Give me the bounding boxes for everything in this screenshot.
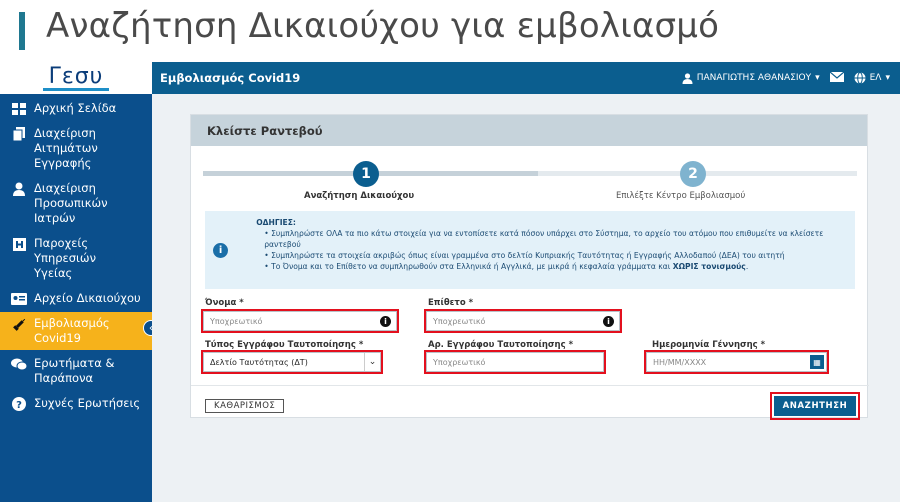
sidebar-item-questions-complaints[interactable]: Ερωτήματα & Παράπονα: [0, 352, 152, 390]
sidebar-item-health-providers[interactable]: Παροχείς Υπηρεσιών Υγείας: [0, 232, 152, 285]
question-icon: ?: [10, 397, 28, 411]
first-name-label: Όνομα *: [205, 298, 244, 308]
instruction-emphasis: ΧΩΡΙΣ τονισμούς: [672, 262, 746, 271]
user-icon: [682, 72, 693, 84]
step-2-label: Επιλέξτε Κέντρο Εμβολιασμού: [616, 191, 746, 201]
appointment-card: Κλείστε Ραντεβού 1 2 Αναζήτηση Δικαιούχο…: [190, 114, 869, 420]
instruction-item: Συμπληρώστε τα στοιχεία ακριβώς όπως είν…: [264, 250, 847, 261]
title-accent-bar: [19, 12, 25, 50]
sidebar-item-home[interactable]: Αρχική Σελίδα: [0, 97, 152, 120]
sidebar-item-label: Διαχείριση Προσωπικών Ιατρών: [34, 181, 108, 225]
sidebar: Γεσυ Αρχική Σελίδα Διαχείριση Αιτημάτων …: [0, 62, 159, 502]
grid-icon: [10, 102, 28, 116]
sidebar-item-label: Διαχείριση Αιτημάτων Εγγραφής: [34, 126, 98, 170]
step-1-circle: 1: [353, 161, 379, 187]
card-divider: [191, 385, 869, 386]
sidebar-item-label: Εμβολιασμός Covid19: [34, 316, 110, 345]
info-icon: i: [380, 316, 391, 327]
chevron-down-icon: ⌄: [364, 353, 380, 371]
stepper: 1 2 Αναζήτηση Δικαιούχου Επιλέξτε Κέντρο…: [203, 159, 857, 203]
instruction-item: Συμπληρώστε ΟΛΑ τα πιο κάτω στοιχεία για…: [264, 228, 847, 250]
sidebar-item-label: Αρχείο Δικαιούχου: [34, 291, 141, 305]
birth-date-input[interactable]: ΗΗ/ΜΜ/ΧΧΧΧ ▦: [646, 352, 827, 372]
info-icon: i: [213, 242, 229, 258]
step-1-label: Αναζήτηση Δικαιούχου: [304, 191, 415, 201]
info-icon: i: [603, 316, 614, 327]
sidebar-item-label: Αρχική Σελίδα: [34, 101, 117, 115]
chevron-down-icon: ▾: [885, 73, 890, 83]
chat-icon: [10, 357, 28, 371]
id-number-label: Αρ. Εγγράφου Ταυτοποίησης *: [428, 340, 574, 350]
clear-button[interactable]: ΚΑΘΑΡΙΣΜΟΣ: [205, 399, 285, 413]
sidebar-item-personal-doctors[interactable]: Διαχείριση Προσωπικών Ιατρών: [0, 177, 152, 230]
step-2-circle: 2: [680, 161, 706, 187]
instructions-heading: ΟΔΗΓΙΕΣ:: [256, 218, 296, 227]
user-name: ΠΑΝΑΓΙΩΤΗΣ ΑΘΑΝΑΣΙΟΥ: [696, 73, 812, 83]
sidebar-item-faq[interactable]: ? Συχνές Ερωτήσεις: [0, 392, 152, 415]
hospital-icon: [10, 237, 28, 251]
documents-icon: [10, 127, 28, 141]
instructions-box: i ΟΔΗΓΙΕΣ: Συμπληρώστε ΟΛΑ τα πιο κάτω σ…: [205, 211, 855, 289]
logo-area[interactable]: Γεσυ: [0, 62, 152, 94]
user-menu[interactable]: ΠΑΝΑΓΙΩΤΗΣ ΑΘΑΝΑΣΙΟΥ ▾: [682, 72, 820, 84]
sidebar-item-label: Παροχείς Υπηρεσιών Υγείας: [34, 236, 96, 280]
sidebar-item-registration-requests[interactable]: Διαχείριση Αιτημάτων Εγγραφής: [0, 122, 152, 175]
last-name-input[interactable]: Υποχρεωτικό i: [426, 311, 620, 331]
sidebar-item-beneficiary-record[interactable]: Αρχείο Δικαιούχου: [0, 287, 152, 310]
card-title: Κλείστε Ραντεβού: [191, 115, 867, 146]
id-card-icon: [10, 292, 28, 306]
id-type-select[interactable]: Δελτίο Ταυτότητας (ΔΤ) ⌄: [203, 352, 381, 372]
globe-icon: [854, 72, 866, 84]
calendar-icon[interactable]: ▦: [810, 355, 824, 369]
slide-title: Αναζήτηση Δικαιούχου για εμβολιασμό: [46, 6, 720, 46]
slide-header: Αναζήτηση Δικαιούχου για εμβολιασμό: [0, 0, 900, 62]
search-button[interactable]: ΑΝΑΖΗΤΗΣΗ: [774, 396, 856, 416]
app-title: Εμβολιασμός Covid19: [160, 71, 301, 85]
main-content: Κλείστε Ραντεβού 1 2 Αναζήτηση Δικαιούχο…: [152, 94, 900, 502]
id-number-input[interactable]: Υποχρεωτικό: [426, 352, 604, 372]
topbar-actions: ΠΑΝΑΓΙΩΤΗΣ ΑΘΑΝΑΣΙΟΥ ▾ ΕΛ ▾: [682, 71, 890, 85]
sidebar-item-label: Συχνές Ερωτήσεις: [34, 396, 141, 410]
language-label: ΕΛ: [869, 73, 882, 83]
instruction-item: Το Όνομα και το Επίθετο να συμπληρωθούν …: [264, 261, 847, 272]
chevron-down-icon: ▾: [815, 73, 820, 83]
last-name-label: Επίθετο *: [428, 298, 474, 308]
id-type-label: Τύπος Εγγράφου Ταυτοποίησης *: [205, 340, 364, 350]
language-menu[interactable]: ΕΛ ▾: [854, 72, 890, 84]
sidebar-item-vaccination[interactable]: Εμβολιασμός Covid19 ‹: [0, 312, 159, 350]
sidebar-item-label: Ερωτήματα & Παράπονα: [34, 356, 115, 385]
id-type-value: Δελτίο Ταυτότητας (ΔΤ): [210, 357, 308, 367]
instructions-text: ΟΔΗΓΙΕΣ: Συμπληρώστε ΟΛΑ τα πιο κάτω στο…: [236, 211, 855, 289]
top-bar: Εμβολιασμός Covid19 ΠΑΝΑΓΙΩΤΗΣ ΑΘΑΝΑΣΙΟΥ…: [152, 62, 900, 94]
syringe-icon: [10, 317, 28, 331]
mail-icon[interactable]: [829, 71, 845, 85]
svg-text:?: ?: [16, 400, 22, 411]
birth-date-label: Ημερομηνία Γέννησης *: [652, 340, 766, 350]
doctor-icon: [10, 182, 28, 196]
first-name-input[interactable]: Υποχρεωτικό i: [203, 311, 397, 331]
gesy-logo: Γεσυ: [42, 65, 110, 91]
